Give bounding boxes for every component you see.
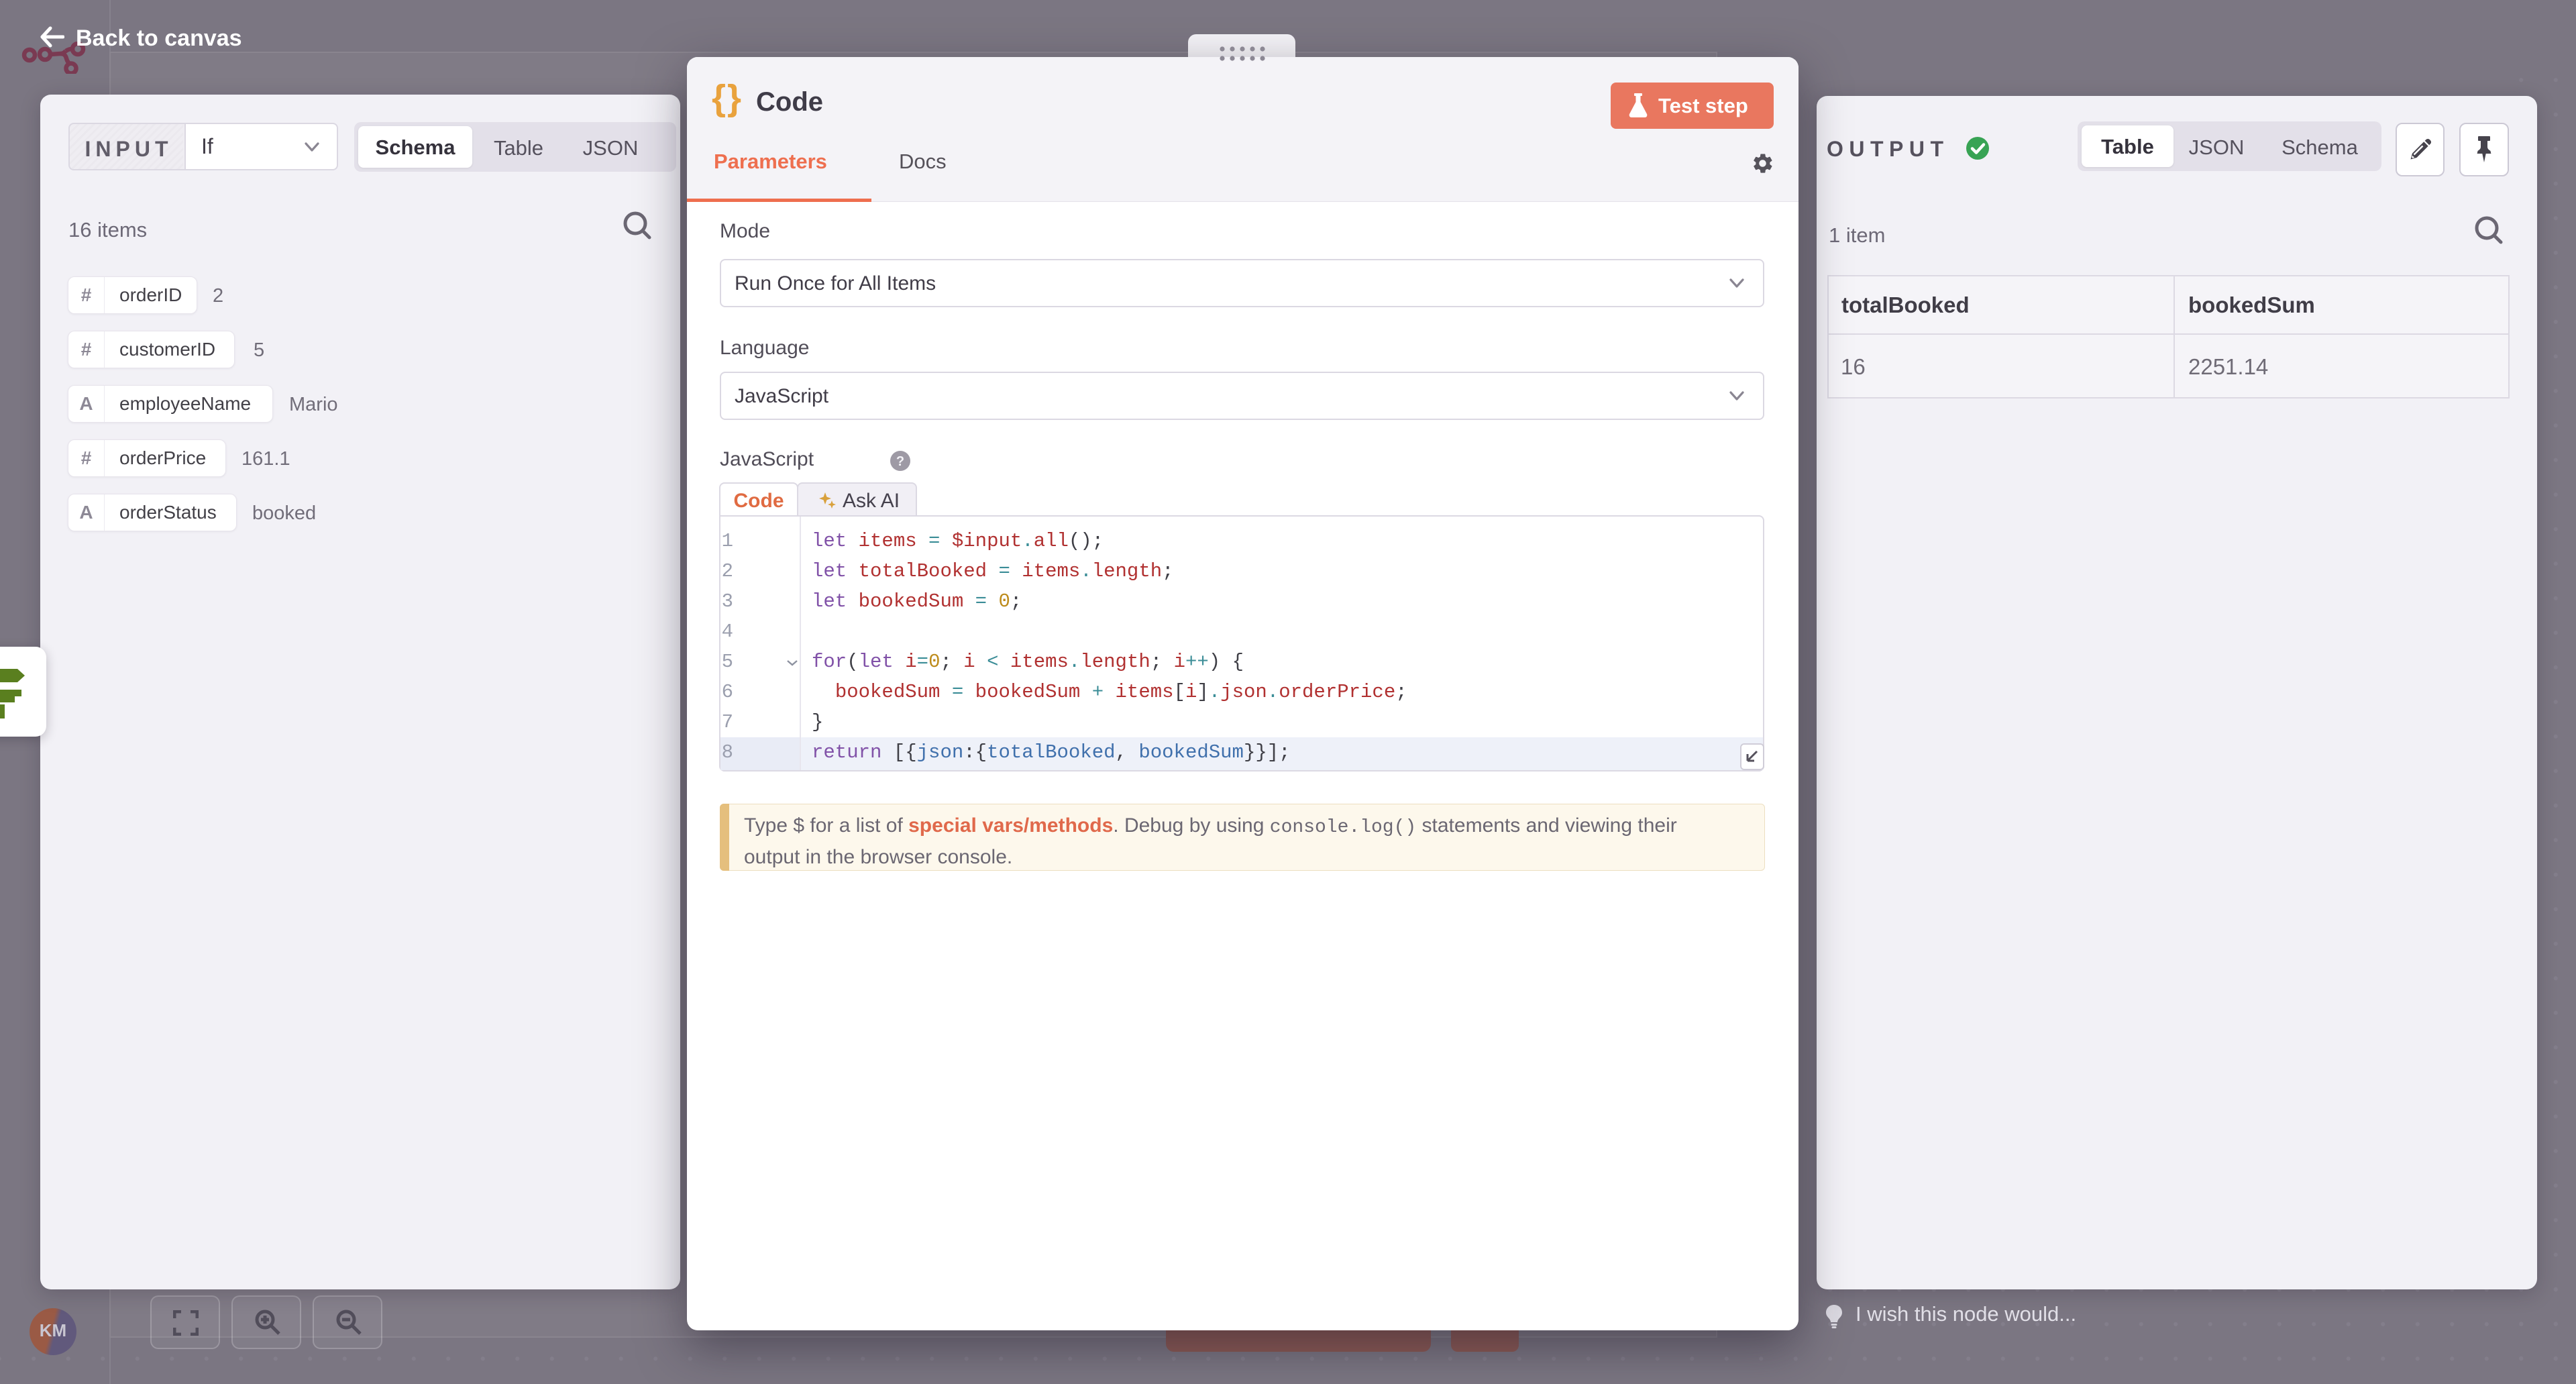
svg-text:?: ? <box>896 454 904 469</box>
